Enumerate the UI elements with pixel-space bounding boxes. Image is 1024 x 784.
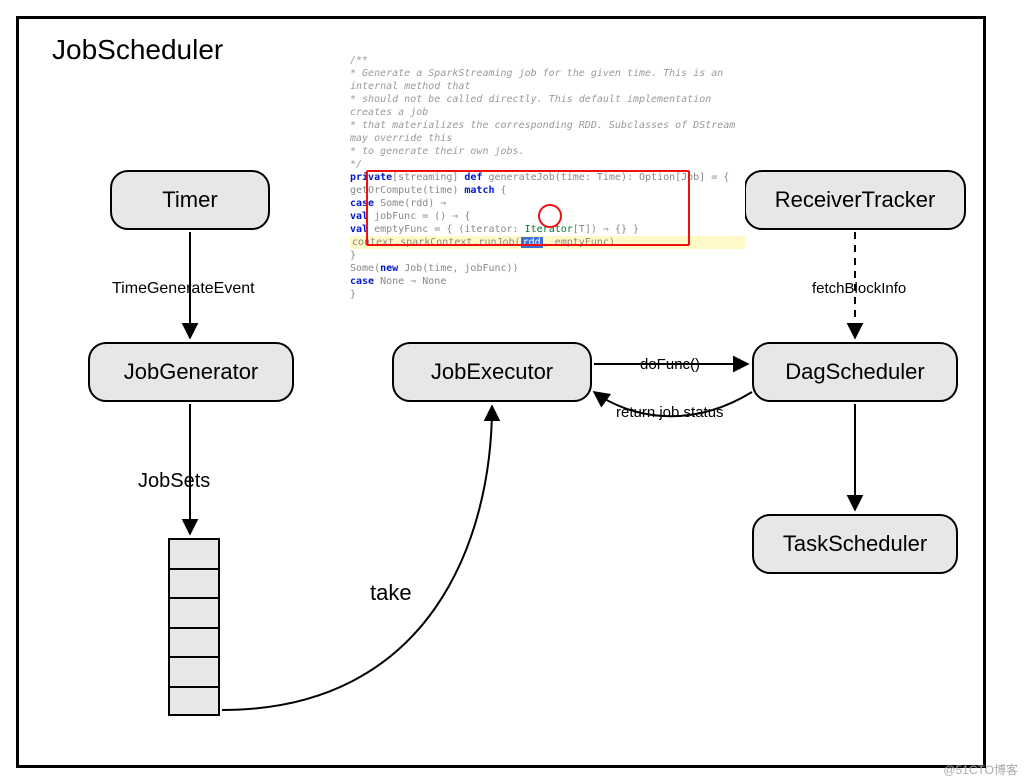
watermark: @51CTO博客 xyxy=(943,761,1018,778)
edge-label-do-func: doFunc() xyxy=(640,356,700,373)
code-line: case None ⇒ None xyxy=(350,275,745,288)
queue-slot xyxy=(170,568,218,598)
edge-label-time-generate-event: TimeGenerateEvent xyxy=(112,280,255,298)
code-snippet: /** * Generate a SparkStreaming job for … xyxy=(350,54,745,274)
node-job-generator: JobGenerator xyxy=(88,342,294,402)
code-comment: * should not be called directly. This de… xyxy=(350,93,745,119)
code-comment: /** xyxy=(350,54,745,67)
queue-slot xyxy=(170,538,218,568)
edge-label-job-sets: JobSets xyxy=(138,470,210,493)
highlight-circle xyxy=(538,204,562,228)
code-comment: * Generate a SparkStreaming job for the … xyxy=(350,67,745,93)
node-job-generator-label: JobGenerator xyxy=(124,359,259,385)
node-timer: Timer xyxy=(110,170,270,230)
code-comment: * that materializes the corresponding RD… xyxy=(350,119,745,145)
node-task-scheduler: TaskScheduler xyxy=(752,514,958,574)
queue-slot xyxy=(170,597,218,627)
queue-slot xyxy=(170,656,218,686)
node-dag-scheduler-label: DagScheduler xyxy=(785,359,924,385)
node-receiver-tracker: ReceiverTracker xyxy=(744,170,966,230)
node-job-executor: JobExecutor xyxy=(392,342,592,402)
node-dag-scheduler: DagScheduler xyxy=(752,342,958,402)
code-comment: * to generate their own jobs. xyxy=(350,145,745,158)
queue-slot xyxy=(170,627,218,657)
code-line: Some(new Job(time, jobFunc)) xyxy=(350,262,745,275)
edge-label-return-job-status: return job status xyxy=(616,404,724,421)
diagram-title: JobScheduler xyxy=(52,34,223,66)
node-timer-label: Timer xyxy=(162,187,217,213)
queue-slot xyxy=(170,686,218,716)
edge-label-take: take xyxy=(370,580,412,606)
node-task-scheduler-label: TaskScheduler xyxy=(783,531,927,557)
node-receiver-tracker-label: ReceiverTracker xyxy=(775,187,936,213)
job-queue xyxy=(168,538,220,716)
code-line: } xyxy=(350,249,745,262)
code-line: } xyxy=(350,288,745,301)
edge-label-fetch-block-info: fetchBlockInfo xyxy=(812,280,906,297)
highlight-rectangle xyxy=(366,170,690,246)
node-job-executor-label: JobExecutor xyxy=(431,359,553,385)
